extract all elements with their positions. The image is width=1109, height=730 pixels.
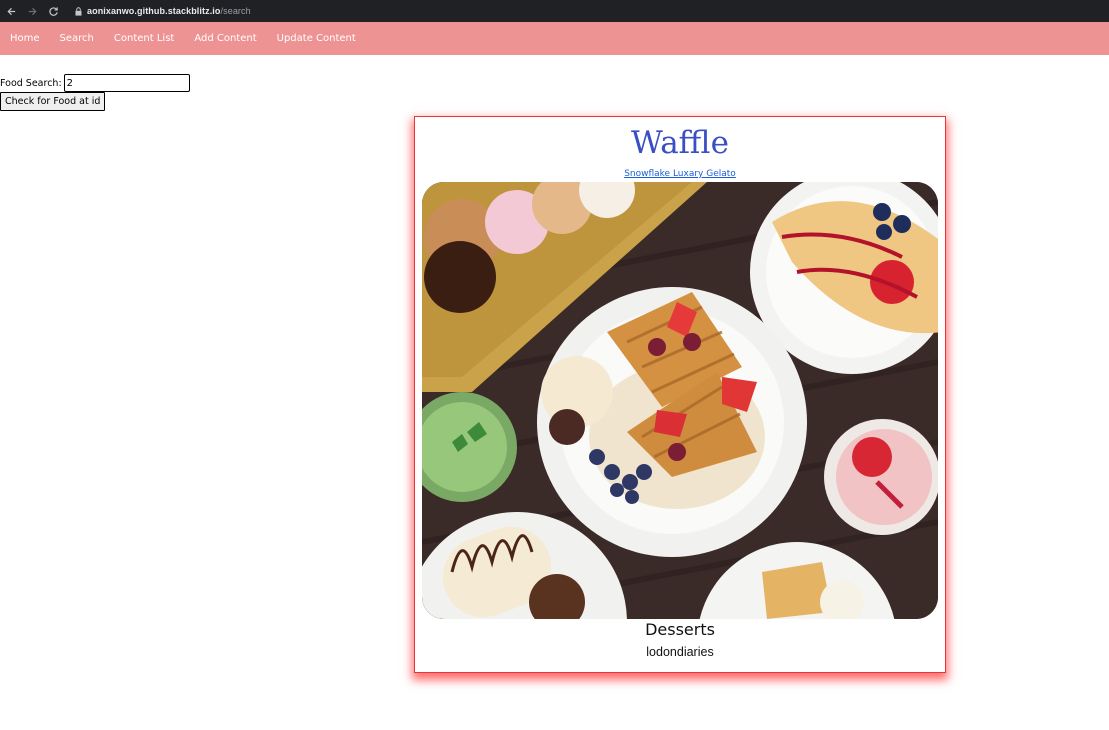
lock-icon: [73, 0, 83, 22]
reload-icon[interactable]: [43, 0, 63, 22]
forward-icon[interactable]: [22, 0, 42, 22]
nav-content-list[interactable]: Content List: [114, 33, 174, 44]
food-card: Waffle Snowflake Luxary Gelato Desserts …: [414, 116, 946, 673]
nav-search[interactable]: Search: [60, 33, 94, 44]
food-photo-illustration: [422, 182, 938, 619]
card-author: lodondiaries: [646, 645, 714, 659]
back-icon[interactable]: [1, 0, 21, 22]
nav-home[interactable]: Home: [10, 33, 40, 44]
food-search-input[interactable]: [63, 74, 190, 92]
food-search-label: Food Search:: [0, 77, 62, 89]
browser-toolbar: aonixanwo.github.stackblitz.io/search: [0, 0, 1109, 22]
food-search-form: Food Search:: [0, 74, 190, 92]
address-bar[interactable]: aonixanwo.github.stackblitz.io/search: [87, 6, 251, 16]
url-host: aonixanwo.github.stackblitz.io: [87, 6, 221, 16]
check-food-button[interactable]: Check for Food at id: [0, 92, 106, 111]
url-path: /search: [220, 6, 251, 16]
card-link[interactable]: Snowflake Luxary Gelato: [624, 169, 736, 179]
card-title: Waffle: [631, 125, 729, 161]
food-photo: [422, 182, 938, 619]
card-category: Desserts: [645, 620, 715, 639]
app-navbar: Home Search Content List Add Content Upd…: [0, 22, 1109, 55]
nav-update-content[interactable]: Update Content: [277, 33, 356, 44]
nav-add-content[interactable]: Add Content: [194, 33, 256, 44]
card-link-wrapper: Snowflake Luxary Gelato: [415, 169, 945, 179]
